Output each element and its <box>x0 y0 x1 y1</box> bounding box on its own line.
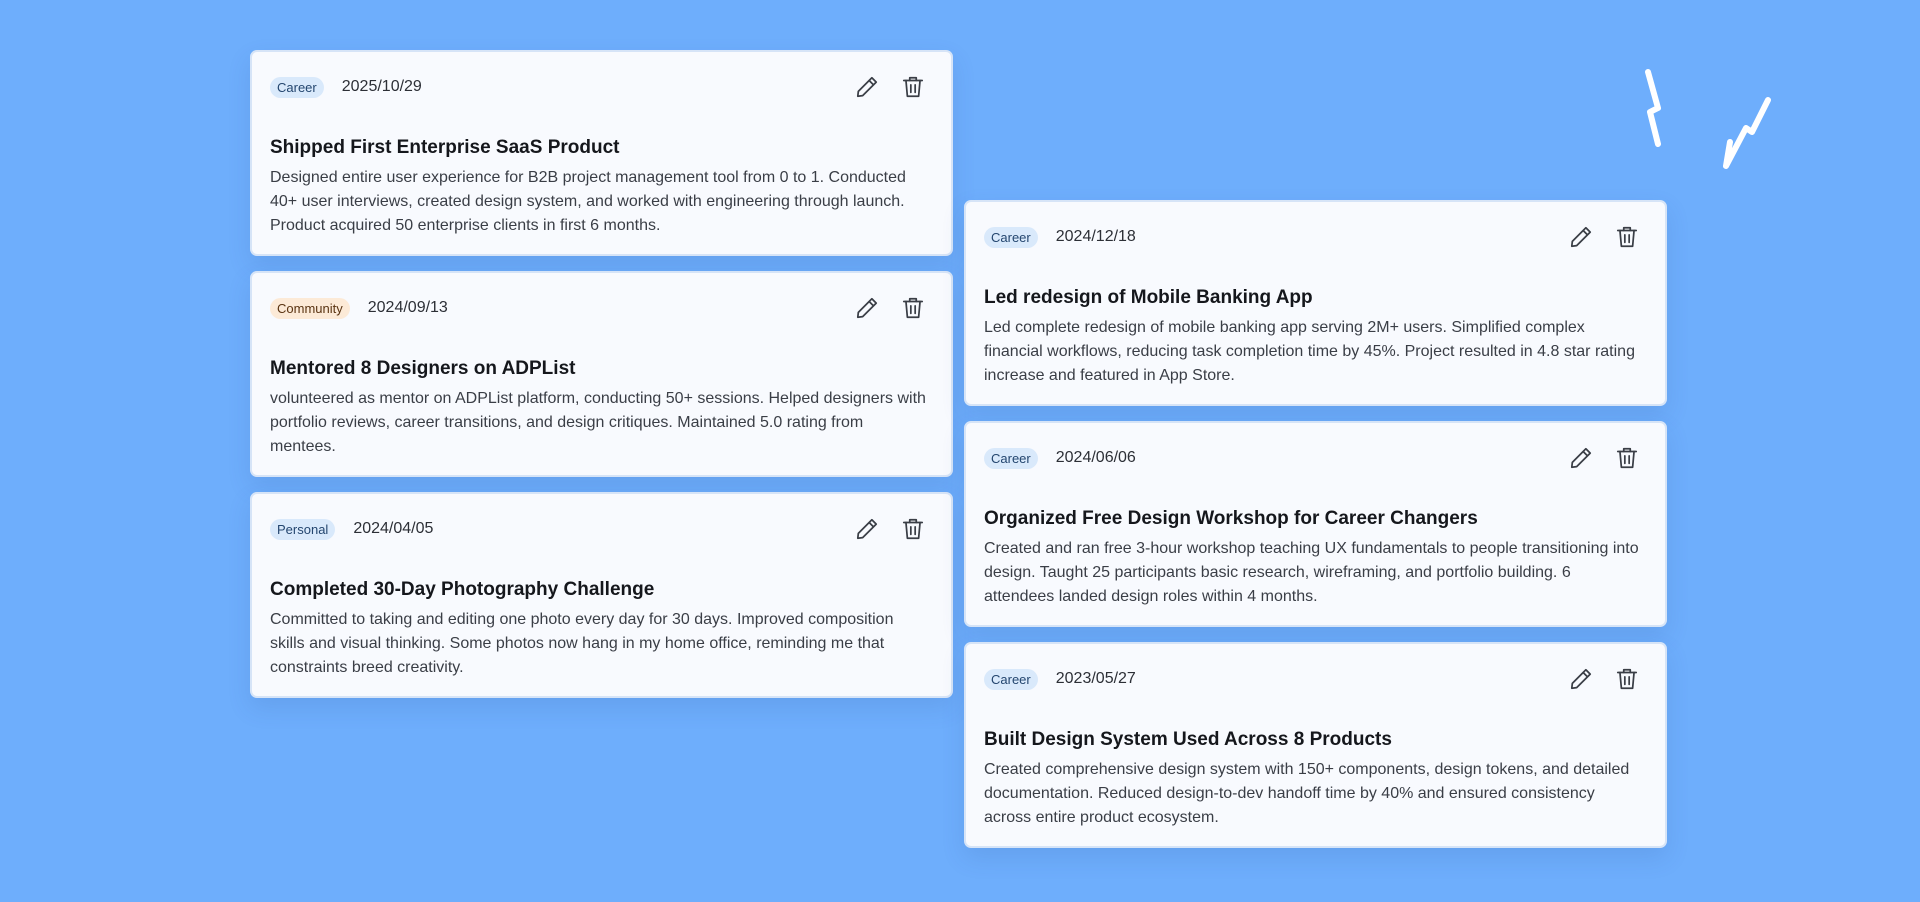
trash-icon[interactable] <box>1613 444 1641 472</box>
category-badge: Community <box>270 297 350 319</box>
card-description: Created and ran free 3-hour workshop tea… <box>984 540 1639 605</box>
card-date: 2025/10/29 <box>341 78 422 95</box>
achievement-card: Career 2024/12/18 Led redesign of Mobile… <box>964 200 1667 406</box>
pencil-icon[interactable] <box>853 73 881 101</box>
card-header: Career 2025/10/29 <box>270 52 933 122</box>
card-description: volunteered as mentor on ADPList platfor… <box>270 390 926 455</box>
pencil-icon[interactable] <box>1567 665 1595 693</box>
category-badge: Career <box>270 76 324 98</box>
pencil-icon[interactable] <box>853 515 881 543</box>
card-header: Career 2023/05/27 <box>984 644 1647 714</box>
pencil-icon[interactable] <box>853 294 881 322</box>
trash-icon[interactable] <box>899 73 927 101</box>
card-actions <box>853 273 927 343</box>
card-title: Shipped First Enterprise SaaS Product <box>270 137 620 158</box>
card-title: Led redesign of Mobile Banking App <box>984 287 1313 308</box>
right-column: Career 2024/12/18 Led redesign of Mobile… <box>964 200 1667 863</box>
achievement-card: Career 2025/10/29 Shipped First Enterpri… <box>250 50 953 256</box>
left-column: Career 2025/10/29 Shipped First Enterpri… <box>250 50 953 713</box>
card-actions <box>1567 423 1641 493</box>
card-header: Personal 2024/04/05 <box>270 494 933 564</box>
card-date: 2024/12/18 <box>1055 228 1136 245</box>
trash-icon[interactable] <box>1613 665 1641 693</box>
card-title: Mentored 8 Designers on ADPList <box>270 358 576 379</box>
card-title: Completed 30-Day Photography Challenge <box>270 579 655 600</box>
card-title: Built Design System Used Across 8 Produc… <box>984 729 1392 750</box>
card-actions <box>1567 644 1641 714</box>
card-description: Committed to taking and editing one phot… <box>270 611 894 676</box>
trash-icon[interactable] <box>899 294 927 322</box>
card-date: 2024/09/13 <box>367 299 448 316</box>
card-actions <box>853 494 927 564</box>
category-badge: Career <box>984 668 1038 690</box>
achievement-card: Community 2024/09/13 Mentored 8 Designer… <box>250 271 953 477</box>
pencil-icon[interactable] <box>1567 223 1595 251</box>
pencil-icon[interactable] <box>1567 444 1595 472</box>
category-badge: Personal <box>270 518 336 540</box>
category-badge: Career <box>984 226 1038 248</box>
card-actions <box>1567 202 1641 272</box>
card-header: Career 2024/12/18 <box>984 202 1647 272</box>
card-description: Created comprehensive design system with… <box>984 761 1630 826</box>
achievement-card: Career 2023/05/27 Built Design System Us… <box>964 642 1667 848</box>
card-date: 2023/05/27 <box>1055 670 1136 687</box>
achievement-card: Personal 2024/04/05 Completed 30-Day Pho… <box>250 492 953 698</box>
card-header: Career 2024/06/06 <box>984 423 1647 493</box>
squiggle-icon <box>1645 69 1771 169</box>
card-description: Led complete redesign of mobile banking … <box>984 319 1635 384</box>
trash-icon[interactable] <box>1613 223 1641 251</box>
card-date: 2024/06/06 <box>1055 449 1136 466</box>
card-description: Designed entire user experience for B2B … <box>270 169 906 234</box>
achievement-card: Career 2024/06/06 Organized Free Design … <box>964 421 1667 627</box>
category-badge: Career <box>984 447 1038 469</box>
card-actions <box>853 52 927 122</box>
card-header: Community 2024/09/13 <box>270 273 933 343</box>
trash-icon[interactable] <box>899 515 927 543</box>
card-date: 2024/04/05 <box>353 520 434 537</box>
card-title: Organized Free Design Workshop for Caree… <box>984 508 1478 529</box>
